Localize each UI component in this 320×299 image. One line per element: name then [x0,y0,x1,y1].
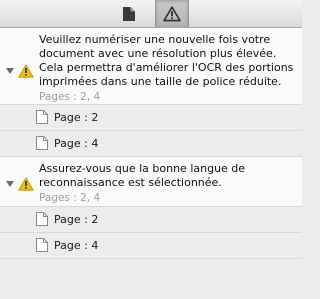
warnings-list: Veuillez numériser une nouvelle fois vot… [0,28,302,299]
warnings-tab[interactable] [155,0,189,27]
warning-message: Veuillez numériser une nouvelle fois vot… [39,33,294,88]
warning-group-header[interactable]: Veuillez numériser une nouvelle fois vot… [0,28,302,105]
warning-message: Assurez-vous que la bonne langue de reco… [39,162,246,189]
disclosure-triangle-icon[interactable] [6,68,14,74]
page-label: Page : 4 [54,137,99,150]
page-list-item[interactable]: Page : 4 [0,233,302,259]
page-icon [36,212,48,226]
page-list-item[interactable]: Page : 4 [0,131,302,157]
warning-pages-summary: Pages : 2, 4 [39,192,101,204]
document-icon [123,6,135,21]
toolbar [0,0,302,28]
warning-icon [18,177,34,191]
document-tab[interactable] [113,0,145,27]
warning-pages-summary: Pages : 2, 4 [39,91,101,103]
warning-group-header[interactable]: Assurez-vous que la bonne langue de reco… [0,157,302,207]
warning-icon [163,5,181,21]
page-icon [36,136,48,150]
page-label: Page : 2 [54,111,99,124]
page-label: Page : 2 [54,213,99,226]
list-empty-area [0,259,302,299]
page-icon [36,110,48,124]
disclosure-triangle-icon[interactable] [6,181,14,187]
warning-icon [18,64,34,78]
page-icon [36,238,48,252]
page-list-item[interactable]: Page : 2 [0,207,302,233]
page-label: Page : 4 [54,239,99,252]
page-list-item[interactable]: Page : 2 [0,105,302,131]
